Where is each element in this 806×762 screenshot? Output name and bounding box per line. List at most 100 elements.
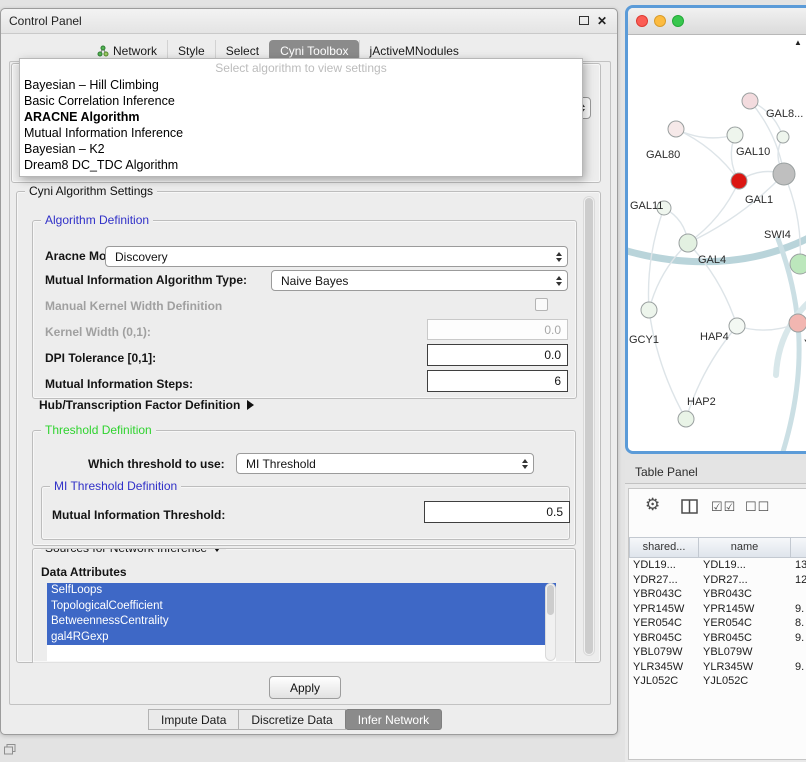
- settings-scrollbar[interactable]: [583, 196, 595, 656]
- network-node[interactable]: [731, 173, 747, 189]
- table-cell[interactable]: YBL079W: [699, 645, 791, 660]
- close-traffic-light-icon[interactable]: [636, 15, 648, 27]
- data-attributes-list[interactable]: SelfLoopsTopologicalCoefficientBetweenne…: [47, 583, 556, 661]
- zoom-traffic-light-icon[interactable]: [672, 15, 684, 27]
- aracne-mode-combo[interactable]: Discovery: [105, 246, 568, 267]
- column-selector-icon[interactable]: [681, 499, 698, 514]
- list-scrollbar-thumb[interactable]: [547, 585, 554, 615]
- table-cell[interactable]: 9.: [791, 660, 806, 675]
- table-cell[interactable]: YLR345W: [629, 660, 699, 675]
- table-cell[interactable]: 9.: [791, 602, 806, 617]
- table-row[interactable]: YPR145WYPR145W9.: [629, 602, 806, 617]
- algorithm-option-basic-correlation-inference[interactable]: Basic Correlation Inference: [20, 93, 582, 109]
- table-row[interactable]: YBL079WYBL079W: [629, 645, 806, 660]
- network-node[interactable]: [742, 93, 758, 109]
- table-cell[interactable]: [791, 587, 806, 602]
- table-cell[interactable]: YJL052C: [629, 674, 699, 689]
- kernel-width-field[interactable]: 0.0: [427, 319, 568, 340]
- mi-type-combo[interactable]: Naive Bayes: [271, 270, 568, 291]
- bottom-tab-impute-data[interactable]: Impute Data: [148, 709, 239, 730]
- settings-scrollbar-thumb[interactable]: [585, 198, 593, 654]
- table-cell[interactable]: YPR145W: [629, 602, 699, 617]
- control-panel-titlebar[interactable]: Control Panel ✕: [1, 9, 617, 34]
- algorithm-option-bayesian-hill-climbing[interactable]: Bayesian – Hill Climbing: [20, 77, 582, 93]
- table-row[interactable]: YDL19...YDL19...13: [629, 558, 806, 573]
- network-node[interactable]: [777, 131, 789, 143]
- list-scrollbar[interactable]: [545, 583, 556, 661]
- which-threshold-combo[interactable]: MI Threshold: [236, 453, 534, 474]
- table-cell[interactable]: YDL19...: [699, 558, 791, 573]
- algorithm-option-mutual-information-inference[interactable]: Mutual Information Inference: [20, 125, 582, 141]
- table-panel-titlebar[interactable]: Table Panel: [625, 460, 806, 484]
- mi-threshold-field[interactable]: 0.5: [424, 501, 570, 523]
- network-edge[interactable]: [649, 243, 688, 310]
- apply-button[interactable]: Apply: [269, 676, 341, 699]
- network-node[interactable]: [641, 302, 657, 318]
- table-cell[interactable]: YBR043C: [699, 587, 791, 602]
- algorithm-option-bayesian-k2[interactable]: Bayesian – K2: [20, 141, 582, 157]
- dpi-tolerance-field[interactable]: 0.0: [427, 344, 568, 366]
- network-node[interactable]: [678, 411, 694, 427]
- mi-steps-field[interactable]: 6: [427, 370, 568, 392]
- table-row[interactable]: YBR043CYBR043C: [629, 587, 806, 602]
- bottom-tab-infer-network[interactable]: Infer Network: [345, 709, 442, 730]
- network-node[interactable]: [790, 254, 806, 274]
- table-row[interactable]: YLR345WYLR345W9.: [629, 660, 806, 675]
- table-cell[interactable]: YDL19...: [629, 558, 699, 573]
- algorithm-option-aracne-algorithm[interactable]: ARACNE Algorithm: [20, 109, 582, 125]
- table-row[interactable]: YER054CYER054C8.: [629, 616, 806, 631]
- table-cell[interactable]: [791, 645, 806, 660]
- table-cell[interactable]: YDR27...: [699, 573, 791, 588]
- table-cell[interactable]: YBR045C: [699, 631, 791, 646]
- close-window-icon[interactable]: ✕: [593, 14, 611, 28]
- table-cell[interactable]: YER054C: [629, 616, 699, 631]
- attribute-item-topologicalcoefficient[interactable]: TopologicalCoefficient: [47, 599, 556, 615]
- manual-kernel-checkbox[interactable]: [535, 298, 548, 311]
- network-node[interactable]: [727, 127, 743, 143]
- network-canvas-area[interactable]: GAL8...GAL80GAL10GAL11GAL1SWI4GAL4GCY1HA…: [628, 35, 806, 451]
- network-node[interactable]: [668, 121, 684, 137]
- table-cell[interactable]: [791, 674, 806, 689]
- gear-icon[interactable]: ⚙: [645, 495, 660, 515]
- table-row[interactable]: YJL052CYJL052C: [629, 674, 806, 689]
- float-window-icon[interactable]: [575, 14, 593, 28]
- network-node[interactable]: [729, 318, 745, 334]
- table-cell[interactable]: YLR345W: [699, 660, 791, 675]
- table-cell[interactable]: YER054C: [699, 616, 791, 631]
- hub-definition-expander[interactable]: Hub/Transcription Factor Definition: [39, 398, 254, 412]
- table-cell[interactable]: YBR043C: [629, 587, 699, 602]
- bottom-tab-discretize-data[interactable]: Discretize Data: [238, 709, 345, 730]
- table-row[interactable]: YDR27...YDR27...12: [629, 573, 806, 588]
- attribute-item-betweennesscentrality[interactable]: BetweennessCentrality: [47, 614, 556, 630]
- table-cell[interactable]: 12: [791, 573, 806, 588]
- column-header-extra[interactable]: [791, 537, 806, 558]
- algorithm-option-dream8-dc-tdc-algorithm[interactable]: Dream8 DC_TDC Algorithm: [20, 157, 582, 173]
- table-cell[interactable]: YPR145W: [699, 602, 791, 617]
- minimize-traffic-light-icon[interactable]: [654, 15, 666, 27]
- table-cell[interactable]: 9.: [791, 631, 806, 646]
- table-row[interactable]: YBR045CYBR045C9.: [629, 631, 806, 646]
- table-cell[interactable]: YBR045C: [629, 631, 699, 646]
- sources-group-title[interactable]: Sources for Network Inference: [41, 548, 226, 555]
- scroll-up-arrow-icon[interactable]: ▲: [794, 38, 802, 47]
- network-node[interactable]: [679, 234, 697, 252]
- network-canvas[interactable]: GAL8...GAL80GAL10GAL11GAL1SWI4GAL4GCY1HA…: [628, 35, 806, 452]
- network-node[interactable]: [789, 314, 806, 332]
- network-edge[interactable]: [649, 310, 686, 419]
- table-cell[interactable]: YBL079W: [629, 645, 699, 660]
- restore-panel-icon[interactable]: [4, 744, 16, 755]
- table-cell[interactable]: 8.: [791, 616, 806, 631]
- column-header-shared[interactable]: shared...: [629, 537, 699, 558]
- table-cell[interactable]: 13: [791, 558, 806, 573]
- attribute-item-selfloops[interactable]: SelfLoops: [47, 583, 556, 599]
- table-cell[interactable]: YDR27...: [629, 573, 699, 588]
- deselect-all-icon[interactable]: ☐☐: [745, 499, 770, 515]
- network-edge[interactable]: [676, 129, 735, 138]
- table-cell[interactable]: YJL052C: [699, 674, 791, 689]
- attribute-item-gal4rgexp[interactable]: gal4RGexp: [47, 630, 556, 646]
- column-header-name[interactable]: name: [699, 537, 791, 558]
- select-all-icon[interactable]: ☑☑: [711, 499, 736, 515]
- network-edge[interactable]: [688, 181, 739, 243]
- network-node[interactable]: [773, 163, 795, 185]
- network-window-titlebar[interactable]: [628, 8, 806, 35]
